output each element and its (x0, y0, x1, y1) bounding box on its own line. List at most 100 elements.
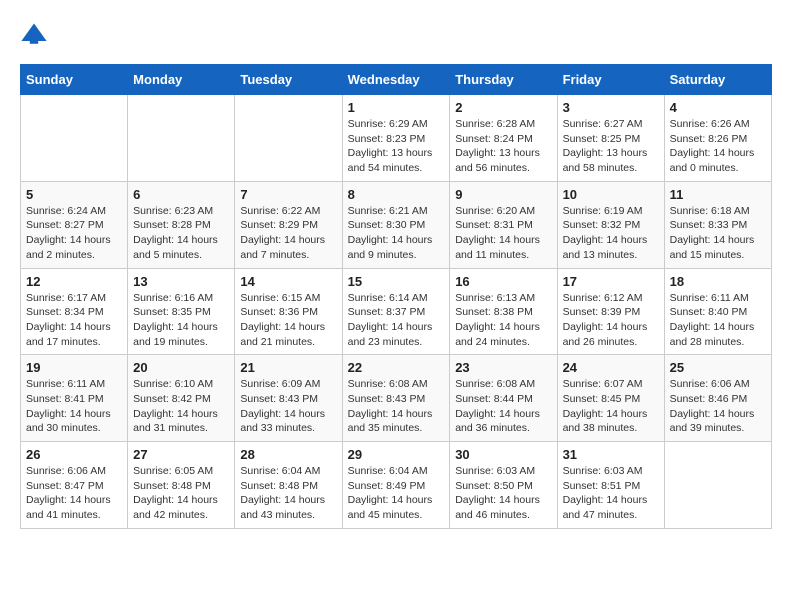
calendar-week-4: 19 Sunrise: 6:11 AM Sunset: 8:41 PM Dayli… (21, 355, 772, 442)
day-info: Sunrise: 6:18 AM Sunset: 8:33 PM Dayligh… (670, 204, 766, 263)
day-number: 10 (563, 187, 659, 202)
calendar-cell: 25 Sunrise: 6:06 AM Sunset: 8:46 PM Dayli… (664, 355, 771, 442)
day-info: Sunrise: 6:26 AM Sunset: 8:26 PM Dayligh… (670, 117, 766, 176)
day-info: Sunrise: 6:03 AM Sunset: 8:51 PM Dayligh… (563, 464, 659, 523)
day-info: Sunrise: 6:29 AM Sunset: 8:23 PM Dayligh… (348, 117, 445, 176)
day-number: 26 (26, 447, 122, 462)
calendar-cell: 22 Sunrise: 6:08 AM Sunset: 8:43 PM Dayli… (342, 355, 450, 442)
day-info: Sunrise: 6:10 AM Sunset: 8:42 PM Dayligh… (133, 377, 229, 436)
day-info: Sunrise: 6:22 AM Sunset: 8:29 PM Dayligh… (240, 204, 336, 263)
day-info: Sunrise: 6:08 AM Sunset: 8:44 PM Dayligh… (455, 377, 551, 436)
day-info: Sunrise: 6:19 AM Sunset: 8:32 PM Dayligh… (563, 204, 659, 263)
calendar-cell: 2 Sunrise: 6:28 AM Sunset: 8:24 PM Daylig… (450, 95, 557, 182)
day-number: 16 (455, 274, 551, 289)
calendar-cell: 20 Sunrise: 6:10 AM Sunset: 8:42 PM Dayli… (128, 355, 235, 442)
day-number: 9 (455, 187, 551, 202)
calendar-cell: 14 Sunrise: 6:15 AM Sunset: 8:36 PM Dayli… (235, 268, 342, 355)
day-info: Sunrise: 6:17 AM Sunset: 8:34 PM Dayligh… (26, 291, 122, 350)
day-number: 25 (670, 360, 766, 375)
calendar-week-3: 12 Sunrise: 6:17 AM Sunset: 8:34 PM Dayli… (21, 268, 772, 355)
calendar-cell: 18 Sunrise: 6:11 AM Sunset: 8:40 PM Dayli… (664, 268, 771, 355)
day-info: Sunrise: 6:20 AM Sunset: 8:31 PM Dayligh… (455, 204, 551, 263)
day-number: 5 (26, 187, 122, 202)
calendar-cell: 4 Sunrise: 6:26 AM Sunset: 8:26 PM Daylig… (664, 95, 771, 182)
weekday-header-saturday: Saturday (664, 65, 771, 95)
calendar-cell: 10 Sunrise: 6:19 AM Sunset: 8:32 PM Dayli… (557, 181, 664, 268)
calendar-cell: 13 Sunrise: 6:16 AM Sunset: 8:35 PM Dayli… (128, 268, 235, 355)
calendar-cell: 30 Sunrise: 6:03 AM Sunset: 8:50 PM Dayli… (450, 442, 557, 529)
day-info: Sunrise: 6:07 AM Sunset: 8:45 PM Dayligh… (563, 377, 659, 436)
day-number: 14 (240, 274, 336, 289)
day-info: Sunrise: 6:09 AM Sunset: 8:43 PM Dayligh… (240, 377, 336, 436)
logo (20, 20, 52, 48)
day-info: Sunrise: 6:14 AM Sunset: 8:37 PM Dayligh… (348, 291, 445, 350)
day-info: Sunrise: 6:03 AM Sunset: 8:50 PM Dayligh… (455, 464, 551, 523)
day-number: 8 (348, 187, 445, 202)
calendar-cell: 12 Sunrise: 6:17 AM Sunset: 8:34 PM Dayli… (21, 268, 128, 355)
calendar-cell (21, 95, 128, 182)
day-number: 6 (133, 187, 229, 202)
day-number: 2 (455, 100, 551, 115)
logo-icon (20, 20, 48, 48)
day-info: Sunrise: 6:04 AM Sunset: 8:49 PM Dayligh… (348, 464, 445, 523)
day-info: Sunrise: 6:06 AM Sunset: 8:47 PM Dayligh… (26, 464, 122, 523)
weekday-header-friday: Friday (557, 65, 664, 95)
day-info: Sunrise: 6:11 AM Sunset: 8:41 PM Dayligh… (26, 377, 122, 436)
weekday-header-row: SundayMondayTuesdayWednesdayThursdayFrid… (21, 65, 772, 95)
day-number: 3 (563, 100, 659, 115)
calendar-cell: 29Sunrise: 6:04 AM Sunset: 8:49 PM Dayli… (342, 442, 450, 529)
day-number: 15 (348, 274, 445, 289)
calendar-cell: 27Sunrise: 6:05 AM Sunset: 8:48 PM Dayli… (128, 442, 235, 529)
day-info: Sunrise: 6:13 AM Sunset: 8:38 PM Dayligh… (455, 291, 551, 350)
day-info: Sunrise: 6:27 AM Sunset: 8:25 PM Dayligh… (563, 117, 659, 176)
calendar-cell: 5 Sunrise: 6:24 AM Sunset: 8:27 PM Daylig… (21, 181, 128, 268)
day-number: 18 (670, 274, 766, 289)
day-info: Sunrise: 6:24 AM Sunset: 8:27 PM Dayligh… (26, 204, 122, 263)
day-number: 22 (348, 360, 445, 375)
calendar-cell: 24 Sunrise: 6:07 AM Sunset: 8:45 PM Dayli… (557, 355, 664, 442)
calendar-cell: 6 Sunrise: 6:23 AM Sunset: 8:28 PM Daylig… (128, 181, 235, 268)
day-info: Sunrise: 6:06 AM Sunset: 8:46 PM Dayligh… (670, 377, 766, 436)
day-info: Sunrise: 6:28 AM Sunset: 8:24 PM Dayligh… (455, 117, 551, 176)
page-header (20, 20, 772, 48)
calendar-cell (235, 95, 342, 182)
calendar-table: SundayMondayTuesdayWednesdayThursdayFrid… (20, 64, 772, 529)
day-info: Sunrise: 6:08 AM Sunset: 8:43 PM Dayligh… (348, 377, 445, 436)
day-number: 7 (240, 187, 336, 202)
day-info: Sunrise: 6:12 AM Sunset: 8:39 PM Dayligh… (563, 291, 659, 350)
day-info: Sunrise: 6:23 AM Sunset: 8:28 PM Dayligh… (133, 204, 229, 263)
day-number: 24 (563, 360, 659, 375)
weekday-header-wednesday: Wednesday (342, 65, 450, 95)
calendar-cell: 21 Sunrise: 6:09 AM Sunset: 8:43 PM Dayli… (235, 355, 342, 442)
day-number: 12 (26, 274, 122, 289)
calendar-cell: 7 Sunrise: 6:22 AM Sunset: 8:29 PM Daylig… (235, 181, 342, 268)
day-number: 28 (240, 447, 336, 462)
calendar-cell: 8 Sunrise: 6:21 AM Sunset: 8:30 PM Daylig… (342, 181, 450, 268)
weekday-header-tuesday: Tuesday (235, 65, 342, 95)
calendar-cell: 11 Sunrise: 6:18 AM Sunset: 8:33 PM Dayli… (664, 181, 771, 268)
day-info: Sunrise: 6:11 AM Sunset: 8:40 PM Dayligh… (670, 291, 766, 350)
calendar-cell: 16 Sunrise: 6:13 AM Sunset: 8:38 PM Dayli… (450, 268, 557, 355)
day-number: 21 (240, 360, 336, 375)
calendar-week-2: 5 Sunrise: 6:24 AM Sunset: 8:27 PM Daylig… (21, 181, 772, 268)
day-number: 19 (26, 360, 122, 375)
day-number: 11 (670, 187, 766, 202)
calendar-cell: 1Sunrise: 6:29 AM Sunset: 8:23 PM Daylig… (342, 95, 450, 182)
day-number: 4 (670, 100, 766, 115)
day-info: Sunrise: 6:16 AM Sunset: 8:35 PM Dayligh… (133, 291, 229, 350)
day-info: Sunrise: 6:15 AM Sunset: 8:36 PM Dayligh… (240, 291, 336, 350)
calendar-cell: 28 Sunrise: 6:04 AM Sunset: 8:48 PM Dayli… (235, 442, 342, 529)
calendar-cell: 9 Sunrise: 6:20 AM Sunset: 8:31 PM Daylig… (450, 181, 557, 268)
day-info: Sunrise: 6:04 AM Sunset: 8:48 PM Dayligh… (240, 464, 336, 523)
day-number: 30 (455, 447, 551, 462)
day-info: Sunrise: 6:21 AM Sunset: 8:30 PM Dayligh… (348, 204, 445, 263)
weekday-header-monday: Monday (128, 65, 235, 95)
day-number: 20 (133, 360, 229, 375)
calendar-cell (128, 95, 235, 182)
calendar-cell: 3 Sunrise: 6:27 AM Sunset: 8:25 PM Daylig… (557, 95, 664, 182)
calendar-cell: 26 Sunrise: 6:06 AM Sunset: 8:47 PM Dayli… (21, 442, 128, 529)
day-info: Sunrise: 6:05 AM Sunset: 8:48 PM Dayligh… (133, 464, 229, 523)
calendar-cell: 17Sunrise: 6:12 AM Sunset: 8:39 PM Dayli… (557, 268, 664, 355)
day-number: 13 (133, 274, 229, 289)
weekday-header-thursday: Thursday (450, 65, 557, 95)
